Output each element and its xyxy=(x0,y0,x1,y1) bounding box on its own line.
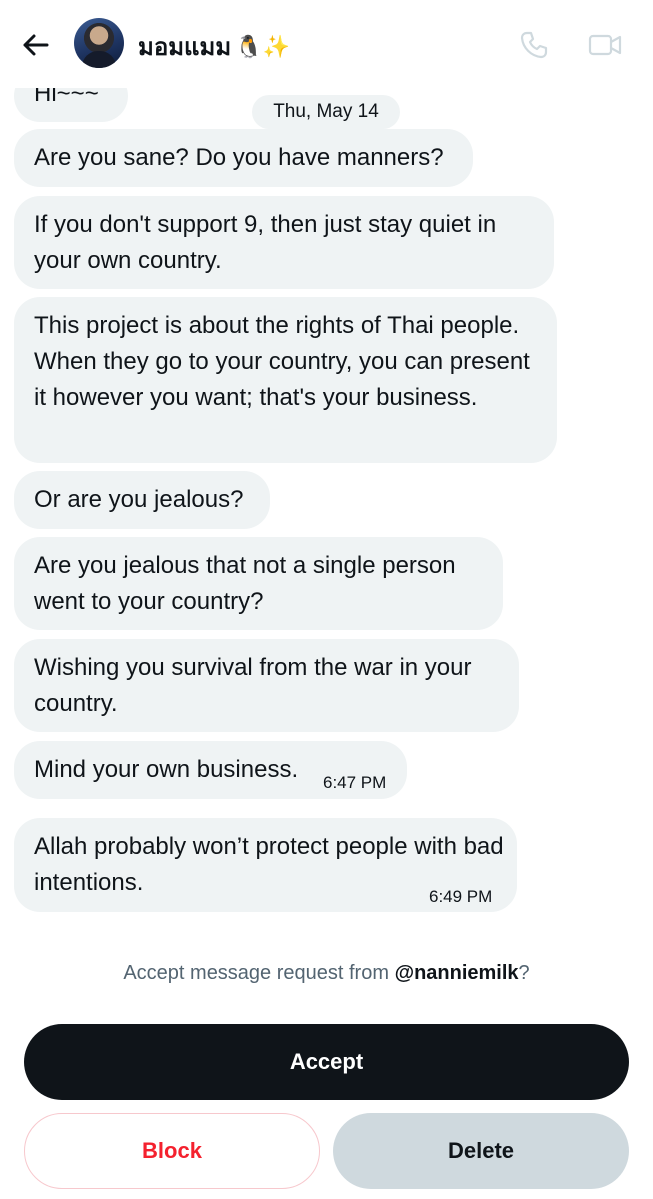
message-request-prompt: Accept message request from @nanniemilk? xyxy=(0,962,653,985)
message-text: Or are you jealous? xyxy=(34,486,244,513)
message-bubble[interactable]: Mind your own business. 6:47 PM xyxy=(14,741,407,799)
message-bubble[interactable]: Allah probably won’t protect people with… xyxy=(14,818,517,912)
request-prefix: Accept message request from xyxy=(123,962,395,984)
block-button[interactable]: Block xyxy=(24,1113,320,1189)
message-text: If you don't support 9, then just stay q… xyxy=(34,211,497,274)
message-bubble[interactable]: Wishing you survival from the war in you… xyxy=(14,639,519,732)
message-bubble[interactable]: Or are you jealous? xyxy=(14,471,270,529)
dm-conversation-screen: มอมแมม 🐧✨ Hi~~~ Thu, May 14 Are you sane… xyxy=(0,0,653,1199)
message-bubble[interactable]: Are you sane? Do you have manners? xyxy=(14,129,473,187)
message-text: Are you jealous that not a single person… xyxy=(34,552,456,615)
message-bubble[interactable]: This project is about the rights of Thai… xyxy=(14,297,557,463)
name-emojis: 🐧✨ xyxy=(235,33,290,59)
message-text: Mind your own business. xyxy=(34,756,299,783)
avatar[interactable] xyxy=(74,18,124,68)
video-camera-icon[interactable] xyxy=(588,28,622,62)
phone-icon[interactable] xyxy=(517,28,551,62)
arrow-left-icon[interactable] xyxy=(18,28,52,62)
message-bubble[interactable]: If you don't support 9, then just stay q… xyxy=(14,196,554,289)
message-timestamp: 6:47 PM xyxy=(323,773,387,792)
message-timestamp: 6:49 PM xyxy=(429,887,493,906)
conversation-header: มอมแมม 🐧✨ xyxy=(0,0,653,88)
contact-name-text: มอมแมม xyxy=(138,34,232,61)
message-text: Are you sane? Do you have manners? xyxy=(34,144,444,171)
accept-button[interactable]: Accept xyxy=(24,1024,629,1100)
request-handle[interactable]: @nanniemilk xyxy=(395,962,519,984)
contact-name[interactable]: มอมแมม 🐧✨ xyxy=(138,27,290,66)
message-text: Wishing you survival from the war in you… xyxy=(34,654,472,717)
message-text: This project is about the rights of Thai… xyxy=(34,312,530,411)
message-bubble[interactable]: Are you jealous that not a single person… xyxy=(14,537,503,630)
request-suffix: ? xyxy=(518,962,530,984)
delete-button[interactable]: Delete xyxy=(333,1113,629,1189)
date-separator: Thu, May 14 xyxy=(252,95,400,129)
